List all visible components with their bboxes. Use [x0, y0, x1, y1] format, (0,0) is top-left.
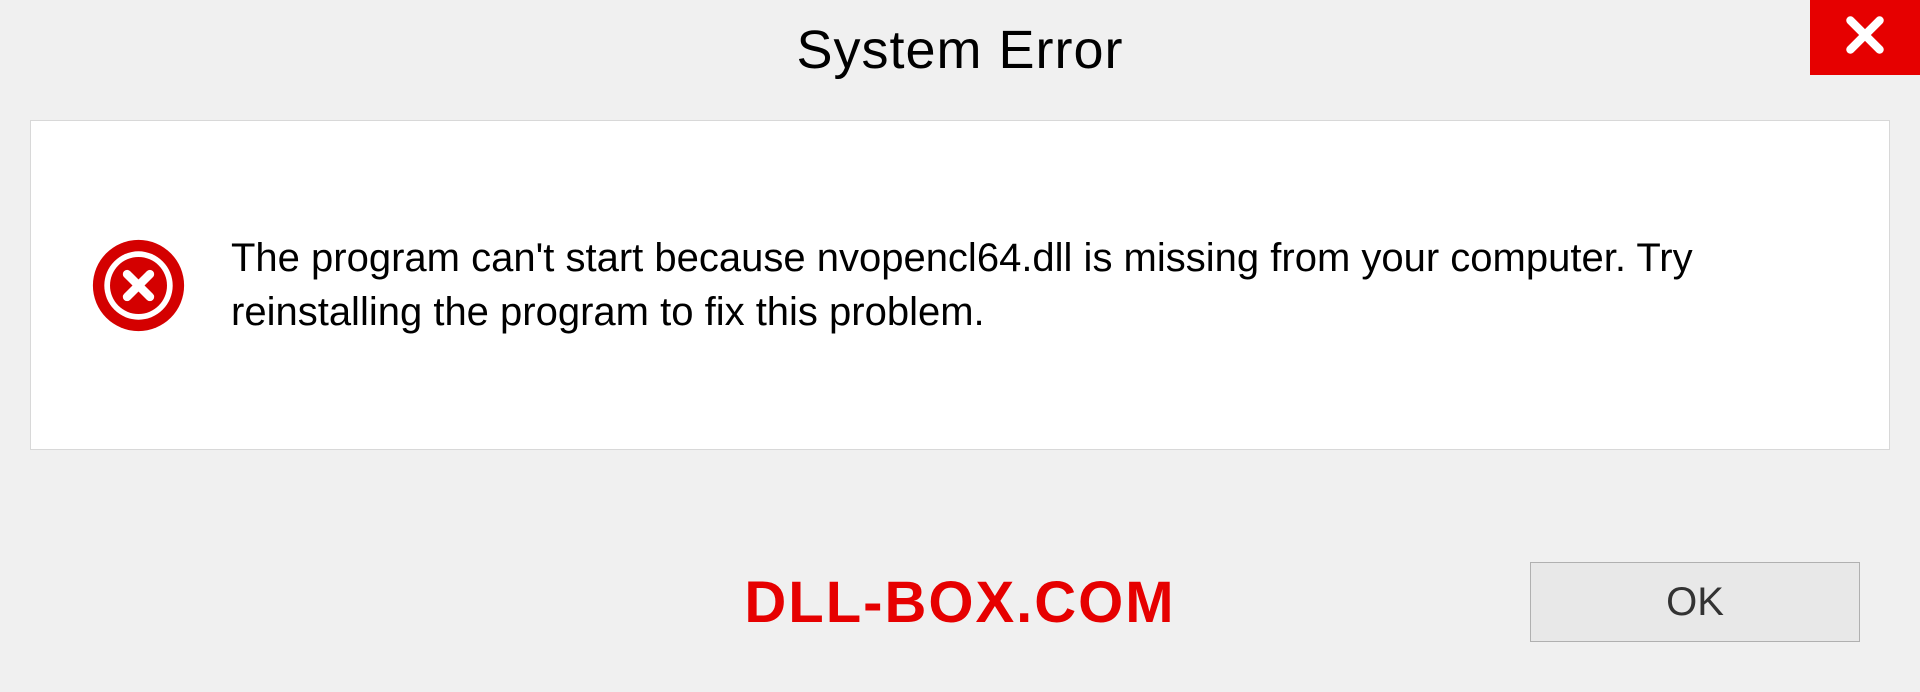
close-button[interactable]: [1810, 0, 1920, 75]
dialog-title: System Error: [796, 19, 1123, 81]
watermark-text: DLL-BOX.COM: [744, 569, 1175, 636]
dialog-content: The program can't start because nvopencl…: [30, 120, 1890, 450]
error-message: The program can't start because nvopencl…: [231, 231, 1829, 339]
close-icon: [1840, 10, 1890, 65]
ok-button-label: OK: [1666, 580, 1724, 625]
titlebar: System Error: [0, 0, 1920, 100]
dialog-footer: DLL-BOX.COM OK: [0, 512, 1920, 692]
ok-button[interactable]: OK: [1530, 562, 1860, 642]
error-icon: [91, 238, 186, 333]
